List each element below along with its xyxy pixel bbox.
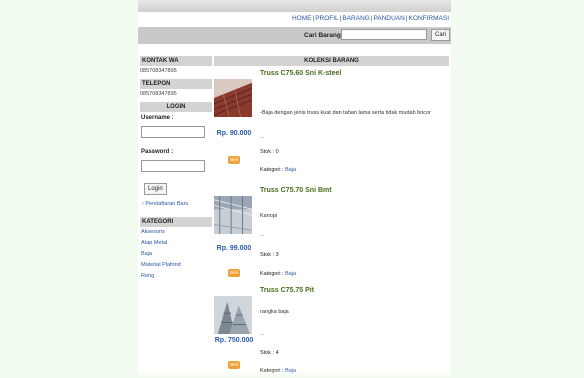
product-name-link[interactable]: Truss C75.75 Pit: [260, 287, 314, 294]
password-label: Password :: [141, 149, 174, 155]
search-button[interactable]: Cari: [431, 29, 450, 41]
category-link-material-plafond[interactable]: Material Plafond: [141, 262, 212, 270]
header-banner: [138, 0, 451, 12]
product-name-link[interactable]: Truss C75.60 Sni K-steel: [260, 70, 341, 77]
product-description: -Baja dengan jenis truss kuat dan tahan …: [260, 110, 431, 116]
nav-konfirmasi-link[interactable]: KONFIRMASI: [409, 15, 449, 22]
kontak-wa-heading: KONTAK WA: [140, 56, 212, 66]
username-field[interactable]: [141, 125, 205, 138]
kategori-heading: KATEGORI: [140, 217, 212, 227]
category-link-reng[interactable]: Reng: [141, 273, 212, 281]
password-field[interactable]: [141, 159, 205, 172]
product-description: rangka baja: [260, 309, 289, 315]
product-image[interactable]: [214, 79, 252, 117]
page-container: HOME|PROFIL|BARANG|PANDUAN|KONFIRMASI Ca…: [138, 0, 451, 378]
product-item: Rp. 90.000 Beli Truss C75.60 Sni K-steel…: [214, 70, 449, 173]
product-ellipsis: ...: [260, 331, 265, 337]
login-heading: LOGIN: [140, 102, 212, 112]
telepon-number: 085708347895: [140, 91, 177, 97]
nav-panduan-link[interactable]: PANDUAN: [374, 15, 405, 22]
search-bar: Cari Barang : Cari: [138, 27, 451, 44]
product-item: Rp. 750.000 Beli Truss C75.75 Pit rangka…: [214, 287, 449, 378]
nav-home-link[interactable]: HOME: [292, 15, 312, 22]
category-label: Kategori :: [260, 167, 284, 173]
product-ellipsis: ...: [260, 134, 265, 140]
product-stock: Stok : 0: [260, 149, 279, 155]
kontak-wa-number: 085708347895: [140, 68, 177, 74]
product-category-link[interactable]: Baja: [285, 271, 296, 277]
login-button[interactable]: Login: [144, 183, 167, 195]
product-description: Kanopi: [260, 213, 278, 219]
product-stock: Stok : 4: [260, 350, 279, 356]
register-link[interactable]: › Pendaftaran Baru: [142, 201, 212, 207]
product-name-link[interactable]: Truss C75.70 Sni Bmt: [260, 187, 332, 194]
nav-profil-link[interactable]: PROFIL: [315, 15, 338, 22]
search-label: Cari Barang :: [304, 32, 345, 39]
buy-button[interactable]: Beli: [228, 269, 240, 277]
product-image[interactable]: [214, 296, 252, 334]
steel-frame-photo-icon: [214, 296, 252, 334]
username-label: Username :: [141, 115, 174, 121]
product-category: Kategori : Baja: [260, 271, 296, 277]
product-price: Rp. 90.000: [216, 130, 252, 137]
nav-barang-link[interactable]: BARANG: [342, 15, 369, 22]
category-label: Kategori :: [260, 271, 284, 277]
product-price: Rp. 750.000: [214, 337, 254, 344]
product-category: Kategori : Baja: [260, 167, 296, 173]
category-link-aksesoris[interactable]: Aksesoris: [141, 229, 212, 237]
sidebar: KONTAK WA 085708347895 TELEPON 085708347…: [140, 56, 212, 284]
buy-button[interactable]: Beli: [228, 361, 240, 369]
top-navigation: HOME|PROFIL|BARANG|PANDUAN|KONFIRMASI: [292, 15, 449, 22]
product-price: Rp. 99.000: [216, 245, 252, 252]
bottom-fade: [0, 370, 584, 378]
buy-button[interactable]: Beli: [228, 156, 240, 164]
product-ellipsis: ...: [260, 232, 265, 238]
koleksi-barang-heading: KOLEKSI BARANG: [214, 56, 449, 66]
product-item: Rp. 99.000 Beli Truss C75.70 Sni Bmt Kan…: [214, 187, 449, 287]
canopy-photo-icon: [214, 196, 252, 234]
product-category-link[interactable]: Baja: [285, 167, 296, 173]
roof-truss-photo-icon: [214, 79, 252, 117]
search-input[interactable]: [341, 29, 427, 40]
telepon-heading: TELEPON: [140, 79, 212, 89]
category-link-baja[interactable]: Baja: [141, 251, 212, 259]
product-image[interactable]: [214, 196, 252, 234]
product-stock: Stok : 3: [260, 252, 279, 258]
category-link-atap-metal[interactable]: Atap Metal: [141, 240, 212, 248]
